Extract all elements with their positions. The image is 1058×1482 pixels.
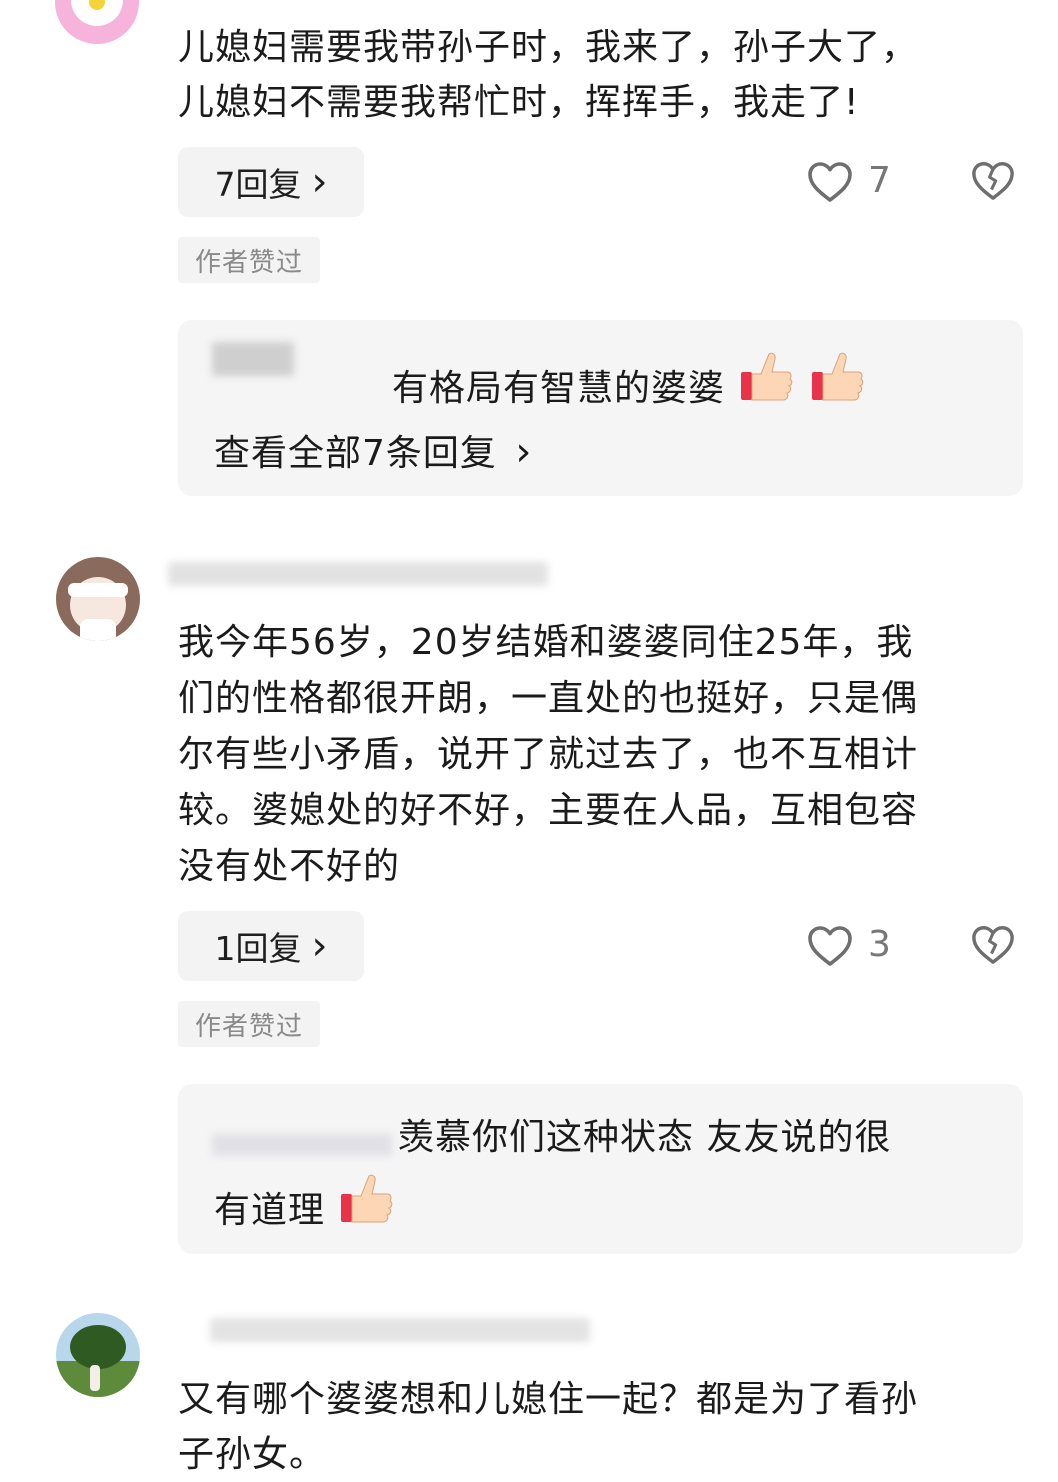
comment-text: 又有哪个婆婆想和儿媳住一起？都是为了看孙 子孙女。 — [178, 1372, 1024, 1482]
view-all-replies-link[interactable]: 查看全部7条回复 › — [214, 424, 532, 476]
comment-line: 较。婆媳处的好不好，主要在人品，互相包容 — [178, 790, 919, 831]
dislike-button[interactable] — [970, 922, 1016, 966]
reply-preview-box[interactable]: 羡慕你们这种状态 友友说的很 有道理 — [178, 1084, 1023, 1254]
author-liked-badge: 作者赞过 — [178, 1001, 320, 1047]
like-button[interactable] — [806, 158, 854, 204]
thumbs-up-emoji-icon — [741, 352, 793, 401]
comment-line: 我今年56岁，20岁结婚和婆婆同住25年，我 — [178, 622, 914, 663]
replies-button[interactable]: 7回复 › — [178, 147, 364, 217]
view-all-label: 查看全部7条回复 — [214, 433, 497, 474]
heart-icon — [808, 162, 852, 202]
broken-heart-icon — [972, 926, 1014, 964]
author-liked-badge: 作者赞过 — [178, 237, 320, 283]
broken-heart-icon — [972, 162, 1014, 200]
comment-line: 又有哪个婆婆想和儿媳住一起？都是为了看孙 — [178, 1379, 919, 1420]
replies-label: 7回复 — [214, 165, 302, 204]
reply-preview-label: 有格局有智慧的婆婆 — [392, 368, 726, 409]
blurred-username — [210, 1318, 590, 1342]
reply-preview-line: 羡慕你们这种状态 友友说的很 — [398, 1117, 892, 1158]
replies-label: 1回复 — [214, 929, 302, 968]
comment-line: 儿媳妇需要我带孙子时，我来了，孙子大了， — [178, 27, 919, 68]
comment-line: 尔有些小矛盾，说开了就过去了，也不互相计 — [178, 734, 919, 775]
heart-icon — [808, 926, 852, 966]
comment-line: 没有处不好的 — [178, 846, 401, 887]
chevron-right-icon: › — [515, 429, 533, 475]
comment-line: 们的性格都很开朗，一直处的也挺好，只是偶 — [178, 678, 919, 719]
reply-preview-text: 有格局有智慧的婆婆 — [392, 348, 866, 417]
chevron-right-icon: › — [311, 923, 328, 969]
comment-line: 子孙女。 — [178, 1434, 327, 1475]
user-avatar[interactable] — [55, 0, 139, 44]
user-avatar[interactable] — [56, 1313, 140, 1397]
comment-text: 我今年56岁，20岁结婚和婆婆同住25年，我 们的性格都很开朗，一直处的也挺好，… — [178, 615, 1024, 895]
reply-preview-label: 有道理 — [214, 1190, 326, 1231]
blurred-username — [212, 1134, 392, 1156]
like-count: 7 — [868, 160, 891, 201]
blurred-username — [212, 342, 294, 376]
thumbs-up-emoji-icon — [341, 1174, 393, 1223]
comment-text: 儿媳妇需要我带孙子时，我来了，孙子大了， 儿媳妇不需要我帮忙时，挥挥手，我走了! — [178, 20, 1024, 130]
like-count: 3 — [868, 924, 891, 965]
reply-preview-line: 有道理 — [214, 1170, 395, 1239]
user-avatar[interactable] — [56, 557, 140, 641]
reply-preview-box[interactable]: 有格局有智慧的婆婆 查看全部7条回复 › — [178, 320, 1023, 496]
like-button[interactable] — [806, 922, 854, 968]
chevron-right-icon: › — [311, 159, 328, 205]
comment-line: 儿媳妇不需要我帮忙时，挥挥手，我走了! — [178, 82, 860, 123]
blurred-username — [168, 562, 548, 586]
thumbs-up-emoji-icon — [811, 352, 864, 401]
dislike-button[interactable] — [970, 158, 1016, 202]
replies-button[interactable]: 1回复 › — [178, 911, 364, 981]
